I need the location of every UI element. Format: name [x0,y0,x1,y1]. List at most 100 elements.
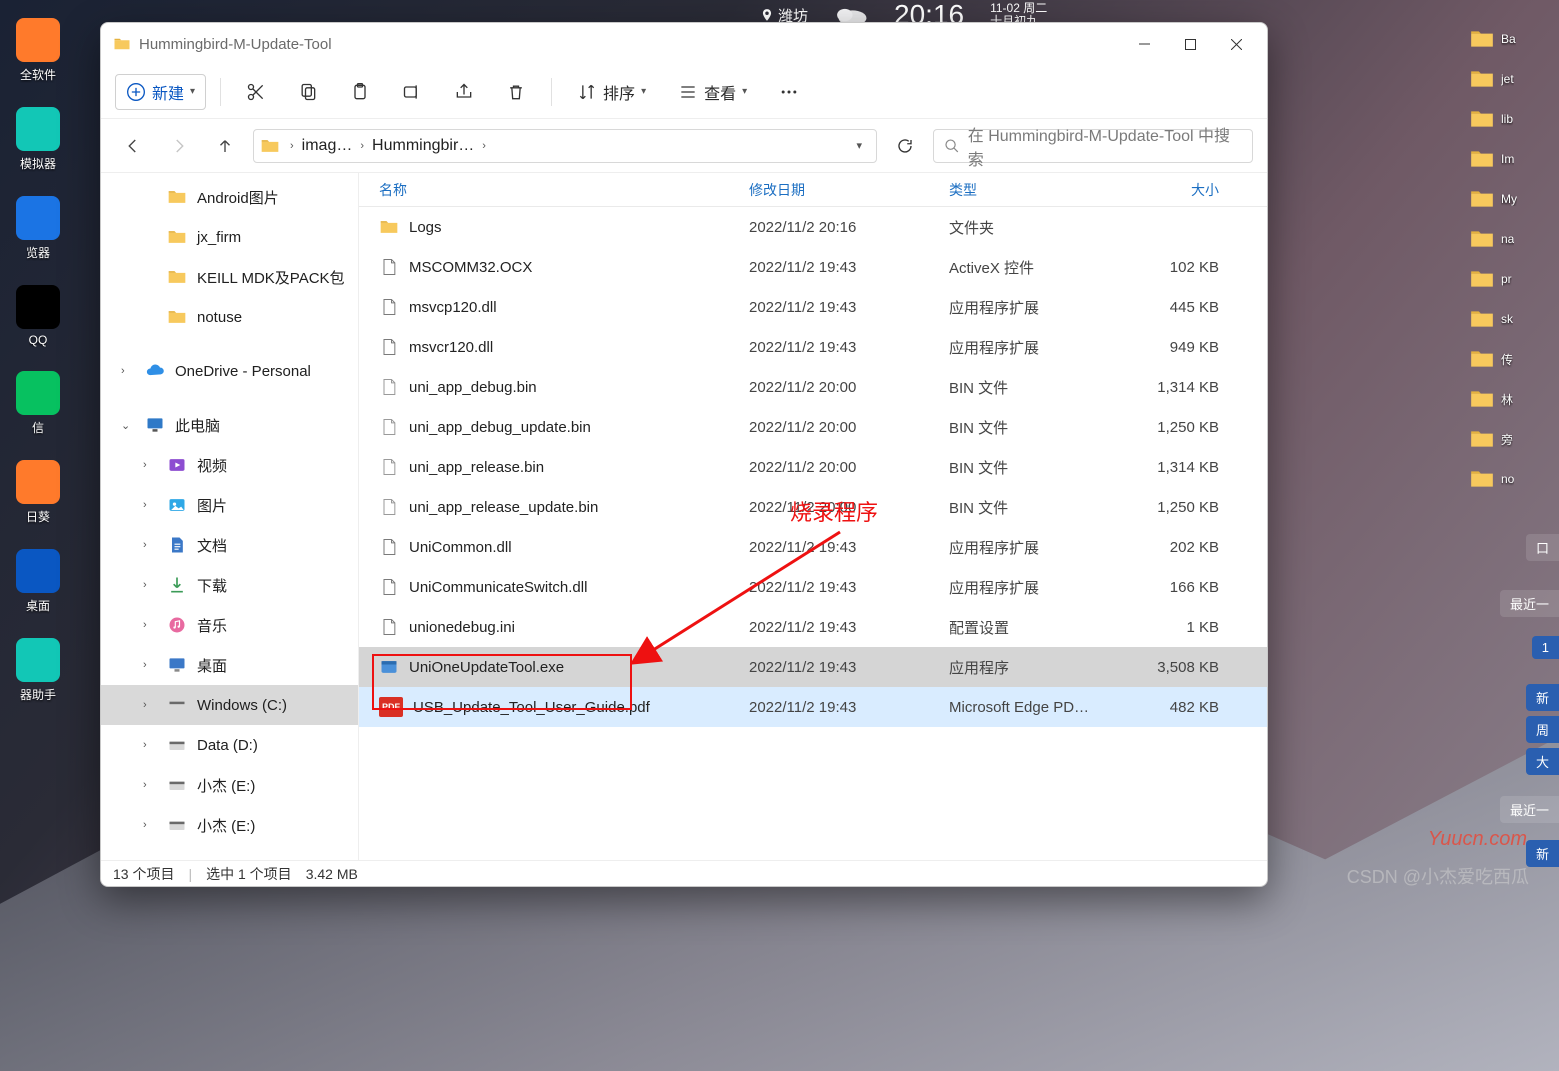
sidebar-item[interactable]: ›文档 [101,525,358,565]
file-row[interactable]: MSCOMM32.OCX 2022/11/2 19:43 ActiveX 控件 … [359,247,1267,287]
side-tab-new[interactable]: 新 [1526,684,1559,711]
paste-button[interactable] [339,74,381,110]
chevron-right-icon[interactable]: › [286,140,298,152]
file-row[interactable]: unionedebug.ini 2022/11/2 19:43 配置设置 1 K… [359,607,1267,647]
desktop-icon[interactable]: Im [1463,146,1559,172]
file-row[interactable]: UniCommunicateSwitch.dll 2022/11/2 19:43… [359,567,1267,607]
desktop-icon[interactable]: sk [1463,306,1559,332]
chevron-right-icon[interactable]: › [143,619,157,631]
desktop-icon[interactable]: no [1463,466,1559,492]
desktop-icon[interactable]: na [1463,226,1559,252]
sidebar-item[interactable]: notuse [101,297,358,337]
col-date[interactable]: 修改日期 [749,180,949,200]
sidebar-item[interactable]: ›桌面 [101,645,358,685]
copy-button[interactable] [287,74,329,110]
side-tab-cycle[interactable]: 周 [1526,716,1559,743]
sidebar-item[interactable]: ›小杰 (E:) [101,805,358,845]
chevron-right-icon[interactable]: › [143,459,157,471]
back-button[interactable] [115,128,151,164]
delete-button[interactable] [495,74,537,110]
sidebar-item[interactable]: ›小杰 (E:) [101,765,358,805]
sidebar-item[interactable]: ›图片 [101,485,358,525]
desktop-icon[interactable]: 信 [0,371,76,436]
desktop-icon[interactable]: jet [1463,66,1559,92]
file-row[interactable]: uni_app_debug.bin 2022/11/2 20:00 BIN 文件… [359,367,1267,407]
side-tab-recent[interactable]: 最近一 [1500,590,1559,617]
sidebar-item[interactable]: ›视频 [101,445,358,485]
side-tab-big[interactable]: 大 [1526,748,1559,775]
desktop-icon[interactable]: 器助手 [0,638,76,703]
desktop-icon[interactable]: 模拟器 [0,107,76,172]
file-row[interactable]: uni_app_debug_update.bin 2022/11/2 20:00… [359,407,1267,447]
side-tab-contacts[interactable]: 口 [1526,534,1559,561]
sidebar-item[interactable]: ›Data (D:) [101,725,358,765]
sort-button[interactable]: 排序▾ [566,74,657,110]
chevron-right-icon[interactable]: › [143,539,157,551]
sidebar-item[interactable]: jx_firm [101,217,358,257]
desktop-icon[interactable]: 林 [1463,386,1559,412]
rename-button[interactable] [391,74,433,110]
desktop-icon[interactable]: My [1463,186,1559,212]
chevron-down-icon[interactable]: ▾ [848,139,870,152]
chevron-right-icon[interactable]: › [143,659,157,671]
chevron-right-icon[interactable]: › [143,699,157,711]
file-row[interactable]: PDFUSB_Update_Tool_User_Guide.pdf 2022/1… [359,687,1267,727]
search-input[interactable]: 在 Hummingbird-M-Update-Tool 中搜索 [933,129,1253,163]
chevron-right-icon[interactable]: › [121,365,135,377]
col-type[interactable]: 类型 [949,180,1119,200]
more-button[interactable] [768,74,810,110]
forward-button[interactable] [161,128,197,164]
up-button[interactable] [207,128,243,164]
refresh-button[interactable] [887,129,923,163]
desktop-icon[interactable]: 览器 [0,196,76,261]
chevron-right-icon[interactable]: › [143,739,157,751]
desktop-icon[interactable]: QQ [0,285,76,347]
view-button[interactable]: 查看▾ [667,74,758,110]
desktop-icon[interactable]: 旁 [1463,426,1559,452]
breadcrumb-segment[interactable]: imag… [298,137,357,155]
chevron-right-icon[interactable]: › [356,140,368,152]
file-row[interactable]: msvcr120.dll 2022/11/2 19:43 应用程序扩展 949 … [359,327,1267,367]
titlebar[interactable]: Hummingbird-M-Update-Tool [101,23,1267,65]
breadcrumb-segment[interactable]: Hummingbir… [368,137,478,155]
maximize-button[interactable] [1167,23,1213,65]
sidebar-item[interactable]: ›音乐 [101,605,358,645]
desktop-icon[interactable]: Ba [1463,26,1559,52]
sidebar-item-thispc[interactable]: ⌄此电脑 [101,405,358,445]
file-row[interactable]: Logs 2022/11/2 20:16 文件夹 [359,207,1267,247]
chevron-right-icon[interactable]: › [143,579,157,591]
chevron-down-icon[interactable]: ⌄ [121,419,135,432]
chevron-right-icon[interactable]: › [478,140,490,152]
desktop-icon[interactable]: pr [1463,266,1559,292]
desktop-icon[interactable]: 桌面 [0,549,76,614]
col-size[interactable]: 大小 [1119,180,1219,200]
share-button[interactable] [443,74,485,110]
chevron-right-icon[interactable]: › [143,819,157,831]
minimize-button[interactable] [1121,23,1167,65]
cut-button[interactable] [235,74,277,110]
breadcrumb[interactable]: › imag… › Hummingbir… › ▾ [253,129,877,163]
sidebar-item[interactable]: KEILL MDK及PACK包 [101,257,358,297]
file-row[interactable]: msvcp120.dll 2022/11/2 19:43 应用程序扩展 445 … [359,287,1267,327]
sidebar-item-onedrive[interactable]: ›OneDrive - Personal [101,351,358,391]
chevron-right-icon[interactable]: › [143,499,157,511]
chevron-right-icon[interactable]: › [143,779,157,791]
sidebar-item[interactable]: ›下载 [101,565,358,605]
col-name[interactable]: 名称 [379,180,749,200]
desktop-icon[interactable]: lib [1463,106,1559,132]
desktop-icon[interactable]: 日葵 [0,460,76,525]
file-row[interactable]: uni_app_release_update.bin 2022/11/2 20:… [359,487,1267,527]
side-tab-one[interactable]: 1 [1532,636,1559,659]
desktop-icon[interactable]: 传 [1463,346,1559,372]
close-button[interactable] [1213,23,1259,65]
side-tab-recent2[interactable]: 最近一 [1500,796,1559,823]
sidebar-item[interactable]: Android图片 [101,177,358,217]
column-headers[interactable]: 名称 修改日期 类型 大小 [359,173,1267,207]
file-row[interactable]: UniOneUpdateTool.exe 2022/11/2 19:43 应用程… [359,647,1267,687]
sidebar-item[interactable]: ›Windows (C:) [101,685,358,725]
file-row[interactable]: uni_app_release.bin 2022/11/2 20:00 BIN … [359,447,1267,487]
file-row[interactable]: UniCommon.dll 2022/11/2 19:43 应用程序扩展 202… [359,527,1267,567]
desktop-icon[interactable]: 全软件 [0,18,76,83]
new-button[interactable]: 新建▾ [115,74,206,110]
side-tab-new2[interactable]: 新 [1526,840,1559,867]
